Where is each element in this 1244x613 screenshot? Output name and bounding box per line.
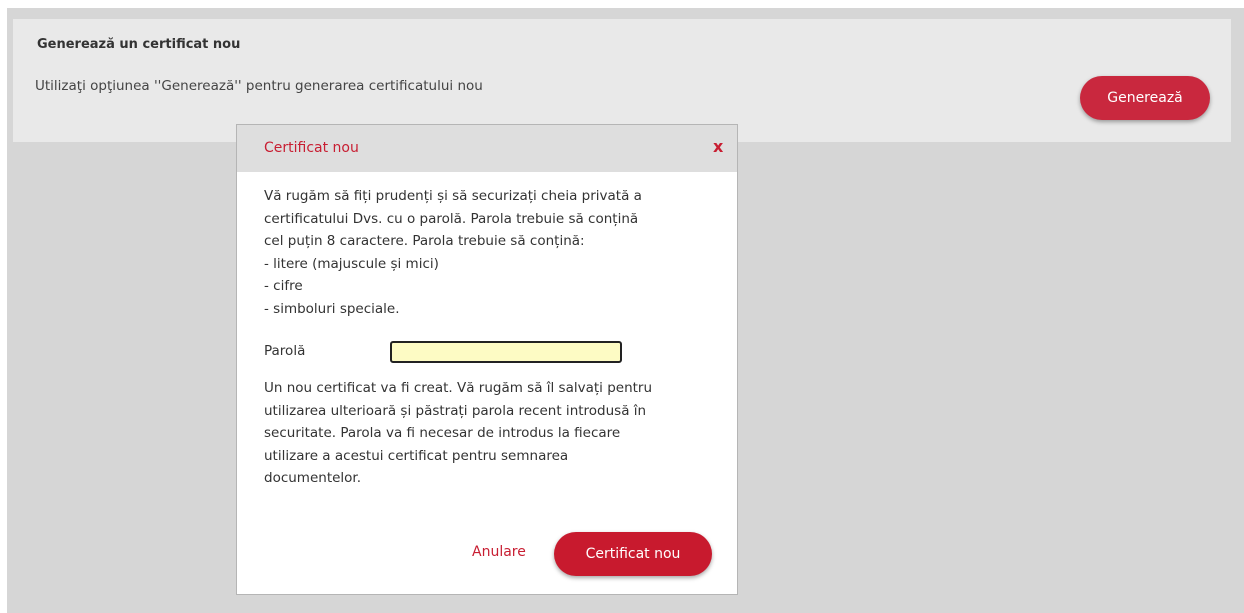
notice-line: utilizare a acestui certificat pentru se… [264,447,569,464]
generate-button[interactable]: Generează [1080,76,1210,120]
panel-title: Generează un certificat nou [37,37,241,52]
instruction-line: cel puțin 8 caractere. Parola trebuie să… [264,233,585,249]
instruction-line: certificatului Dvs. cu o parolă. Parola … [264,210,639,227]
new-certificate-button[interactable]: Certificat nou [554,532,712,576]
new-certificate-dialog: Certificat nou x Vă rugăm să fiți pruden… [236,124,738,595]
notice-line: documentelor. [264,470,362,486]
close-icon[interactable]: x [713,138,723,156]
panel-description: Utilizaţi opţiunea ''Generează'' pentru … [35,78,483,94]
dialog-header: Certificat nou x [237,125,737,172]
notice-line: utilizarea ulterioară și păstrați parola… [264,402,647,419]
dialog-notice: Un nou certificat va fi creat. Vă rugăm … [264,377,734,490]
cancel-link[interactable]: Anulare [472,544,526,560]
instruction-line: Vă rugăm să fiți prudenți și să securiza… [264,188,642,204]
password-label: Parolă [264,343,306,359]
notice-line: Un nou certificat va fi creat. Vă rugăm … [264,380,653,396]
instruction-line: - litere (majuscule și mici) [264,255,439,272]
page: Generează un certificat nou Utilizaţi op… [0,0,1244,613]
password-input[interactable] [390,341,622,363]
notice-line: securitate. Parola va fi necesar de intr… [264,425,621,441]
dialog-instructions: Vă rugăm să fiți prudenți și să securiza… [264,185,734,320]
dialog-title: Certificat nou [264,140,359,156]
instruction-line: - cifre [264,278,303,294]
instruction-line: - simboluri speciale. [264,300,400,317]
